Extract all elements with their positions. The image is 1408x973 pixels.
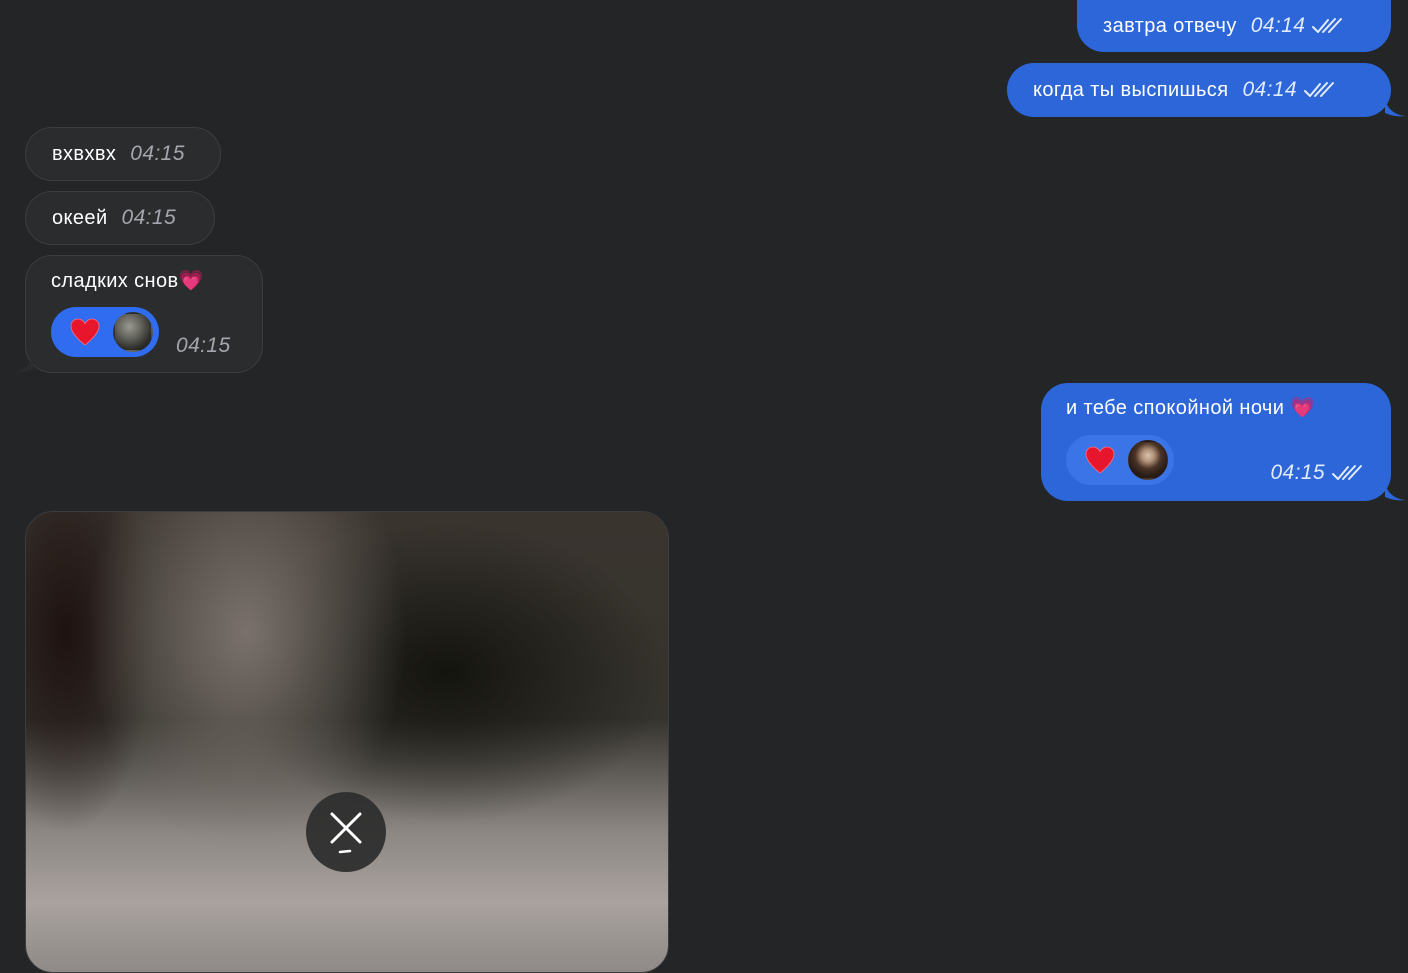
message-text: океей — [52, 206, 108, 229]
message-time: 04:14 — [1250, 14, 1306, 37]
read-double-check-icon — [1304, 82, 1334, 97]
message-text: когда ты выспишься — [1033, 78, 1229, 101]
bubble-tail — [1385, 483, 1405, 501]
reaction-pill[interactable] — [51, 307, 159, 357]
message-outgoing[interactable]: когда ты выспишься 04:14 — [1007, 63, 1405, 117]
message-text: и тебе спокойной ночи 💗 — [1066, 397, 1316, 419]
read-double-check-icon — [1332, 465, 1362, 480]
close-icon — [330, 812, 362, 854]
cancel-download-button[interactable] — [306, 792, 386, 872]
read-double-check-icon — [1312, 18, 1343, 33]
message-text: завтра отвечу — [1103, 14, 1237, 37]
message-incoming[interactable]: сладких снов💗 04:15 — [13, 255, 263, 373]
message-incoming[interactable]: океей 04:15 — [25, 191, 215, 245]
heart-icon — [70, 318, 100, 346]
reaction-pill[interactable] — [1066, 435, 1174, 485]
message-meta: 04:15 — [1256, 461, 1363, 485]
message-time: 04:15 — [1270, 461, 1325, 484]
message-outgoing[interactable]: и тебе спокойной ночи 💗 04:15 — [1041, 383, 1405, 501]
bubble-tail — [13, 355, 33, 373]
message-time: 04:15 — [121, 206, 177, 229]
message-time: 04:14 — [1242, 78, 1297, 101]
message-text: вхвхвх — [52, 142, 117, 165]
heart-icon — [1085, 446, 1115, 474]
message-time: 04:15 — [130, 142, 185, 165]
avatar — [113, 312, 153, 352]
message-text: сладких снов💗 — [51, 270, 204, 292]
message-time: 04:15 — [176, 334, 231, 357]
message-incoming[interactable]: вхвхвх 04:15 — [25, 127, 221, 181]
bubble-tail — [1385, 99, 1405, 117]
avatar — [1128, 440, 1168, 480]
media-message[interactable] — [25, 511, 669, 973]
message-outgoing[interactable]: завтра отвечу 04:14 — [1077, 0, 1391, 52]
